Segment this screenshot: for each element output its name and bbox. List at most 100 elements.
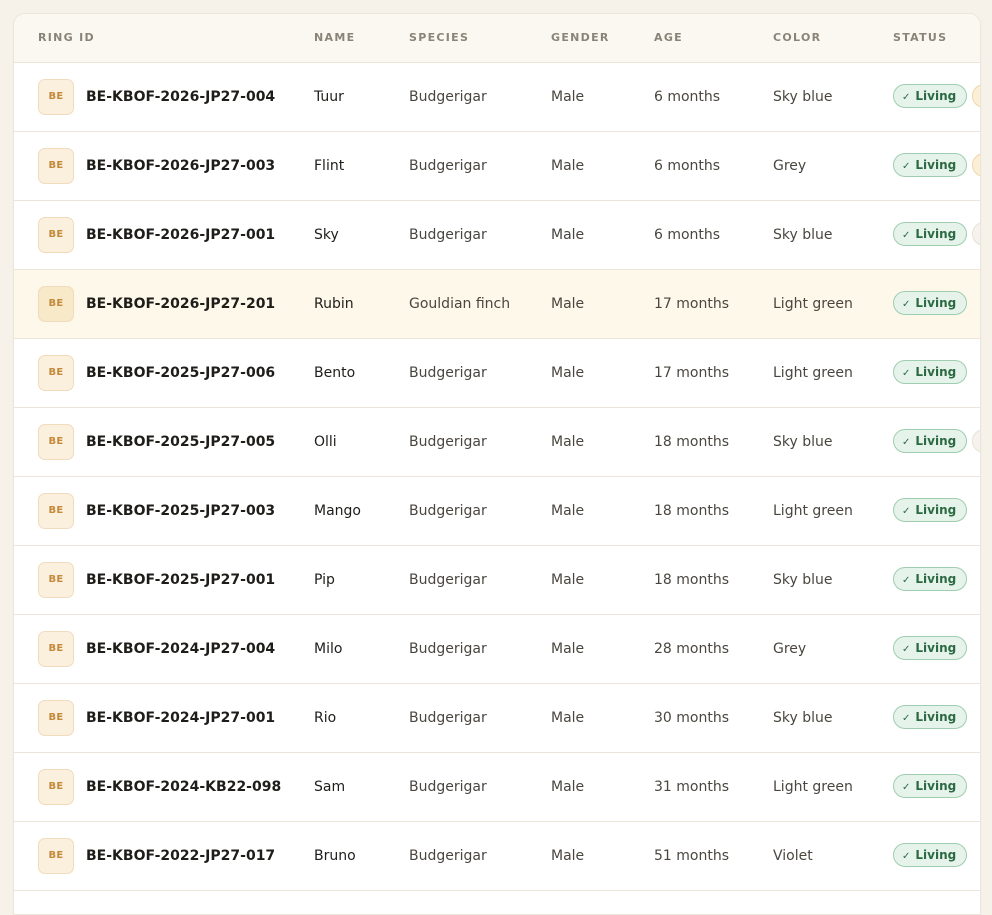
bird-gender: Male	[551, 89, 585, 105]
country-badge: BE	[38, 700, 74, 736]
bird-species: Budgerigar	[409, 227, 487, 243]
bird-species: Budgerigar	[409, 641, 487, 657]
bird-species: Budgerigar	[409, 434, 487, 450]
status-label: Living	[915, 296, 957, 310]
country-badge: BE	[38, 217, 74, 253]
bird-color: Light green	[773, 296, 853, 312]
status-badge: ✓ Living	[893, 636, 968, 660]
status-label: Living	[915, 503, 957, 517]
table-row[interactable]: BE BE-KBOF-2024-JP27-004 Milo Budgerigar Mal…	[14, 615, 980, 684]
ring-id: BE-KBOF-2024-JP27-001	[86, 710, 276, 726]
bird-name: Flint	[314, 158, 345, 174]
ring-id: BE-KBOF-2025-JP27-003	[86, 503, 276, 519]
country-badge: BE	[38, 79, 74, 115]
status-label: Living	[915, 158, 957, 172]
check-icon: ✓	[902, 161, 911, 172]
check-icon: ✓	[902, 368, 911, 379]
country-badge: BE	[38, 769, 74, 805]
bird-age: 17 months	[654, 296, 729, 312]
status-badge: ✓ Living	[893, 774, 968, 798]
table-row[interactable]: BE BE-KBOF-2026-JP27-201 Rubin Gouldian fin…	[14, 270, 980, 339]
header-gender[interactable]: GENDER	[551, 14, 610, 62]
status-label: Living	[915, 710, 957, 724]
status-badge: ✓ Living	[893, 360, 968, 384]
bird-color: Light green	[773, 779, 853, 795]
bird-gender: Male	[551, 641, 585, 657]
country-badge: BE	[38, 286, 74, 322]
bird-name: Bento	[314, 365, 356, 381]
extra-tag-badge	[972, 84, 980, 108]
check-icon: ✓	[902, 299, 911, 310]
bird-name: Sam	[314, 779, 346, 795]
table-row[interactable]: BE BE-KBOF-2025-JP27-001 Pip Budgerigar Male…	[14, 546, 980, 615]
bird-name: Olli	[314, 434, 337, 450]
header-name[interactable]: NAME	[314, 14, 355, 62]
status-badge: ✓ Living	[893, 843, 968, 867]
table-row[interactable]: BE BE-KBOF-2025-JP27-005 Olli Budgerigar Mal…	[14, 408, 980, 477]
bird-color: Sky blue	[773, 89, 833, 105]
ring-id: BE-KBOF-2022-JP27-017	[86, 848, 276, 864]
status-label: Living	[915, 848, 957, 862]
status-badge: ✓ Living	[893, 291, 968, 315]
table-row[interactable]: BE BE-KBOF-2026-JP27-004 Tuur Budgerigar Mal…	[14, 63, 980, 132]
table-row[interactable]: BE BE-KBOF-2026-JP27-001 Sky Budgerigar Male…	[14, 201, 980, 270]
ring-id: BE-KBOF-2026-JP27-001	[86, 227, 276, 243]
bird-age: 6 months	[654, 89, 721, 105]
table-row[interactable]: BE BE-KBOF-2024-JP27-001 Rio Budgerigar Male…	[14, 684, 980, 753]
bird-gender: Male	[551, 848, 585, 864]
ring-id: BE-KBOF-2024-KB22-098	[86, 779, 282, 795]
table-body: BE BE-KBOF-2026-JP27-004 Tuur Budgerigar Mal…	[14, 63, 980, 891]
check-icon: ✓	[902, 644, 911, 655]
check-icon: ✓	[902, 437, 911, 448]
status-badge: ✓ Living	[893, 498, 968, 522]
bird-age: 31 months	[654, 779, 729, 795]
ring-id: BE-KBOF-2024-JP27-004	[86, 641, 276, 657]
country-badge: BE	[38, 838, 74, 874]
bird-age: 17 months	[654, 365, 729, 381]
bird-species: Budgerigar	[409, 365, 487, 381]
check-icon: ✓	[902, 851, 911, 862]
status-label: Living	[915, 641, 957, 655]
table-row[interactable]: BE BE-KBOF-2024-KB22-098 Sam Budgerigar Male…	[14, 753, 980, 822]
table-row[interactable]: BE BE-KBOF-2025-JP27-006 Bento Budgerigar Ma…	[14, 339, 980, 408]
bird-name: Milo	[314, 641, 343, 657]
country-badge: BE	[38, 493, 74, 529]
status-badge: ✓ Living	[893, 705, 968, 729]
status-badge: ✓ Living	[893, 222, 968, 246]
table-row[interactable]: BE BE-KBOF-2022-JP27-017 Bruno Budgerigar Ma…	[14, 822, 980, 891]
bird-age: 18 months	[654, 434, 729, 450]
bird-species: Budgerigar	[409, 710, 487, 726]
country-badge: BE	[38, 424, 74, 460]
bird-color: Light green	[773, 503, 853, 519]
header-color[interactable]: COLOR	[773, 14, 821, 62]
ring-id: BE-KBOF-2025-JP27-001	[86, 572, 276, 588]
header-status[interactable]: STATUS	[893, 14, 947, 62]
header-ring-id[interactable]: RING ID	[38, 14, 95, 62]
status-label: Living	[915, 365, 957, 379]
table-row[interactable]: BE BE-KBOF-2026-JP27-003 Flint Budgerigar Ma…	[14, 132, 980, 201]
header-age[interactable]: AGE	[654, 14, 683, 62]
bird-gender: Male	[551, 503, 585, 519]
bird-age: 6 months	[654, 227, 721, 243]
status-badge: ✓ Living	[893, 567, 968, 591]
bird-name: Mango	[314, 503, 361, 519]
bird-color: Sky blue	[773, 572, 833, 588]
status-badge: ✓ Living	[893, 429, 968, 453]
birds-table: RING ID NAME SPECIES GENDER AGE COLOR ST…	[13, 13, 981, 915]
bird-age: 28 months	[654, 641, 729, 657]
header-species[interactable]: SPECIES	[409, 14, 469, 62]
bird-color: Grey	[773, 641, 807, 657]
status-label: Living	[915, 227, 957, 241]
bird-species: Budgerigar	[409, 572, 487, 588]
ring-id: BE-KBOF-2025-JP27-005	[86, 434, 276, 450]
ring-id: BE-KBOF-2026-JP27-003	[86, 158, 276, 174]
bird-species: Budgerigar	[409, 158, 487, 174]
ring-id: BE-KBOF-2025-JP27-006	[86, 365, 276, 381]
bird-species: Budgerigar	[409, 89, 487, 105]
check-icon: ✓	[902, 713, 911, 724]
bird-gender: Male	[551, 434, 585, 450]
bird-color: Sky blue	[773, 227, 833, 243]
table-row[interactable]: BE BE-KBOF-2025-JP27-003 Mango Budgerigar Ma…	[14, 477, 980, 546]
bird-age: 6 months	[654, 158, 721, 174]
bird-age: 51 months	[654, 848, 729, 864]
